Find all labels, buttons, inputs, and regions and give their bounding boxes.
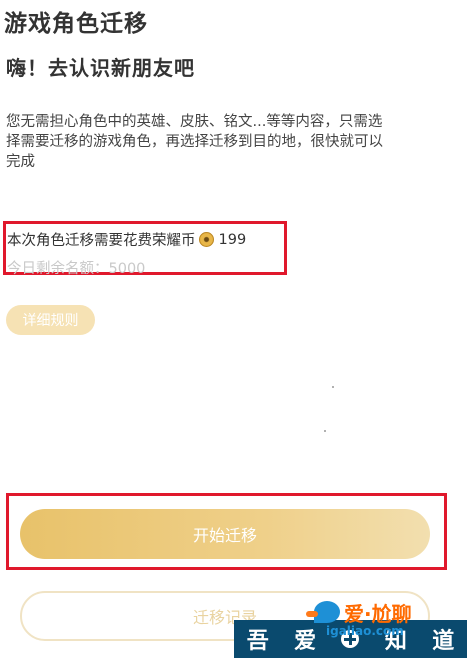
bird-icon <box>306 601 340 623</box>
cost-amount: 199 <box>218 231 247 248</box>
cost-label: 本次角色迁移需要花费荣耀币 <box>7 233 196 249</box>
description: 您无需担心角色中的英雄、皮肤、铭文...等等内容，只需选 择需要迁移的游戏角色，… <box>6 112 467 172</box>
description-line: 择需要迁移的游戏角色，再选择迁移到目的地，很快就可以 <box>6 134 383 150</box>
watermark-char: 爱 <box>294 629 317 654</box>
coin-icon <box>198 232 214 247</box>
start-migration-button[interactable]: 开始迁移 <box>20 509 430 559</box>
watermark-char: 吾 <box>246 629 269 654</box>
remaining-quota: 今日剩余名额：5000 <box>7 261 146 277</box>
cost-info: 本次角色迁移需要花费荣耀币 199 <box>7 229 246 250</box>
description-line: 完成 <box>6 154 35 170</box>
watermark: 吾 爱 知 道 爱·尬聊 igaliao.com <box>234 590 467 658</box>
decorative-dot <box>324 430 326 432</box>
page-title: 游戏角色迁移 <box>4 11 148 37</box>
description-line: 您无需担心角色中的英雄、皮肤、铭文...等等内容，只需选 <box>6 114 383 130</box>
watermark-brand: 爱·尬聊 <box>344 601 412 626</box>
watermark-url: igaliao.com <box>326 624 404 638</box>
detailed-rules-button[interactable]: 详细规则 <box>6 305 95 335</box>
page-subtitle: 嗨！去认识新朋友吧 <box>6 56 195 80</box>
decorative-dot <box>332 386 334 388</box>
